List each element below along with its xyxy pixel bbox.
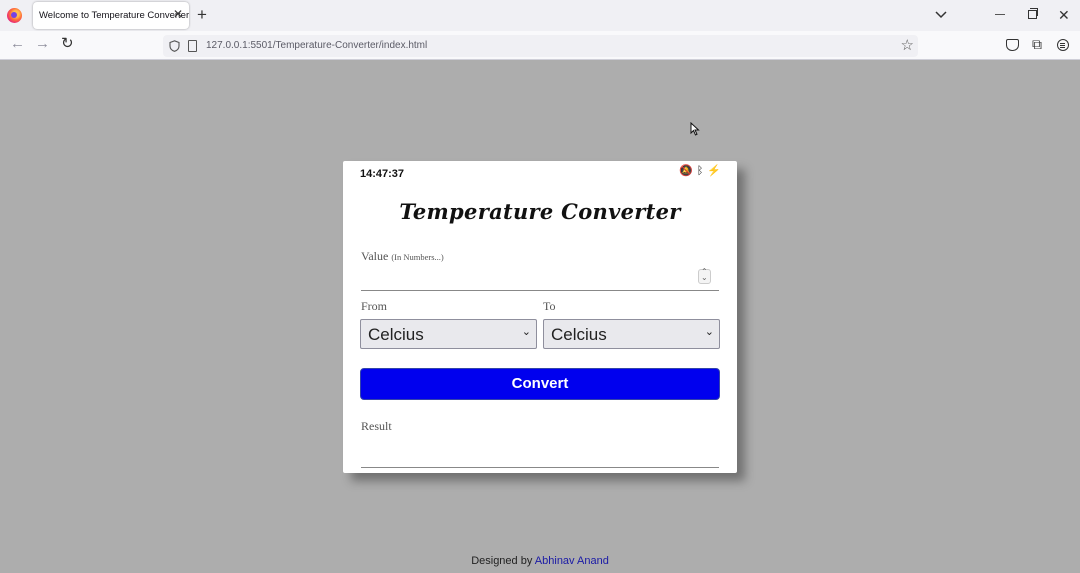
from-label: From bbox=[361, 299, 388, 313]
result-output bbox=[361, 438, 719, 468]
author-link[interactable]: Abhinav Anand bbox=[535, 555, 609, 567]
muted-bell-icon: 🔕 bbox=[678, 165, 693, 177]
footer-credit: Designed by Abhinav Anand bbox=[0, 555, 1080, 567]
browser-tab-bar: Welcome to Temperature Converter ✕ + ✕ bbox=[0, 0, 1080, 31]
value-hint: (In Numbers...) bbox=[391, 252, 444, 262]
mouse-cursor-icon bbox=[690, 122, 700, 136]
bookmark-star-icon[interactable]: ☆ bbox=[901, 37, 914, 54]
status-icons: 🔕 ᛒ ⚡ bbox=[679, 165, 721, 177]
result-label: Result bbox=[361, 419, 392, 433]
firefox-logo-icon bbox=[7, 8, 22, 23]
browser-tab-active[interactable]: Welcome to Temperature Converter ✕ bbox=[33, 2, 189, 29]
shield-icon[interactable] bbox=[169, 40, 180, 52]
minimize-icon[interactable] bbox=[995, 14, 1005, 15]
url-bar[interactable]: 127.0.0.1:5501/Temperature-Converter/ind… bbox=[163, 35, 918, 57]
chevron-down-icon: ⌄ bbox=[704, 326, 714, 338]
window-close-icon[interactable]: ✕ bbox=[1058, 8, 1070, 22]
clock-display: 14:47:37 bbox=[360, 168, 405, 180]
to-label: To bbox=[543, 299, 556, 313]
value-spinner-icon[interactable] bbox=[698, 267, 711, 284]
reload-icon[interactable]: ↻ bbox=[61, 36, 74, 52]
convert-button[interactable]: Convert bbox=[360, 368, 720, 400]
battery-icon: ⚡ bbox=[707, 165, 721, 177]
bluetooth-icon: ᛒ bbox=[696, 165, 704, 177]
value-label-text: Value bbox=[361, 249, 389, 263]
from-unit-selected: Celcius bbox=[368, 325, 424, 344]
menu-icon[interactable] bbox=[1057, 39, 1069, 51]
tab-close-icon[interactable]: ✕ bbox=[173, 8, 183, 20]
extensions-icon[interactable]: ⧉ bbox=[1032, 37, 1042, 51]
new-tab-icon[interactable]: + bbox=[197, 6, 207, 23]
back-icon[interactable]: ← bbox=[10, 36, 25, 52]
value-input[interactable] bbox=[361, 267, 719, 291]
restore-icon[interactable] bbox=[1028, 8, 1038, 19]
footer-prefix: Designed by bbox=[471, 555, 533, 567]
tab-title: Welcome to Temperature Converter bbox=[39, 10, 190, 21]
to-unit-select[interactable]: Celcius ⌄ bbox=[543, 319, 720, 349]
value-label: Value (In Numbers...) bbox=[361, 249, 444, 264]
pocket-icon[interactable] bbox=[1006, 39, 1019, 51]
from-unit-select[interactable]: Celcius ⌄ bbox=[360, 319, 537, 349]
app-title: Temperature Converter bbox=[399, 199, 681, 224]
forward-icon[interactable]: → bbox=[35, 36, 50, 52]
to-unit-selected: Celcius bbox=[551, 325, 607, 344]
list-all-tabs-icon[interactable] bbox=[934, 10, 948, 20]
browser-nav-bar: ← → ↻ 127.0.0.1:5501/Temperature-Convert… bbox=[0, 31, 1080, 60]
converter-card: 14:47:37 🔕 ᛒ ⚡ Temperature Converter Val… bbox=[343, 161, 737, 473]
page-icon[interactable] bbox=[188, 40, 197, 52]
chevron-down-icon: ⌄ bbox=[521, 326, 531, 338]
url-text[interactable]: 127.0.0.1:5501/Temperature-Converter/ind… bbox=[206, 40, 427, 51]
